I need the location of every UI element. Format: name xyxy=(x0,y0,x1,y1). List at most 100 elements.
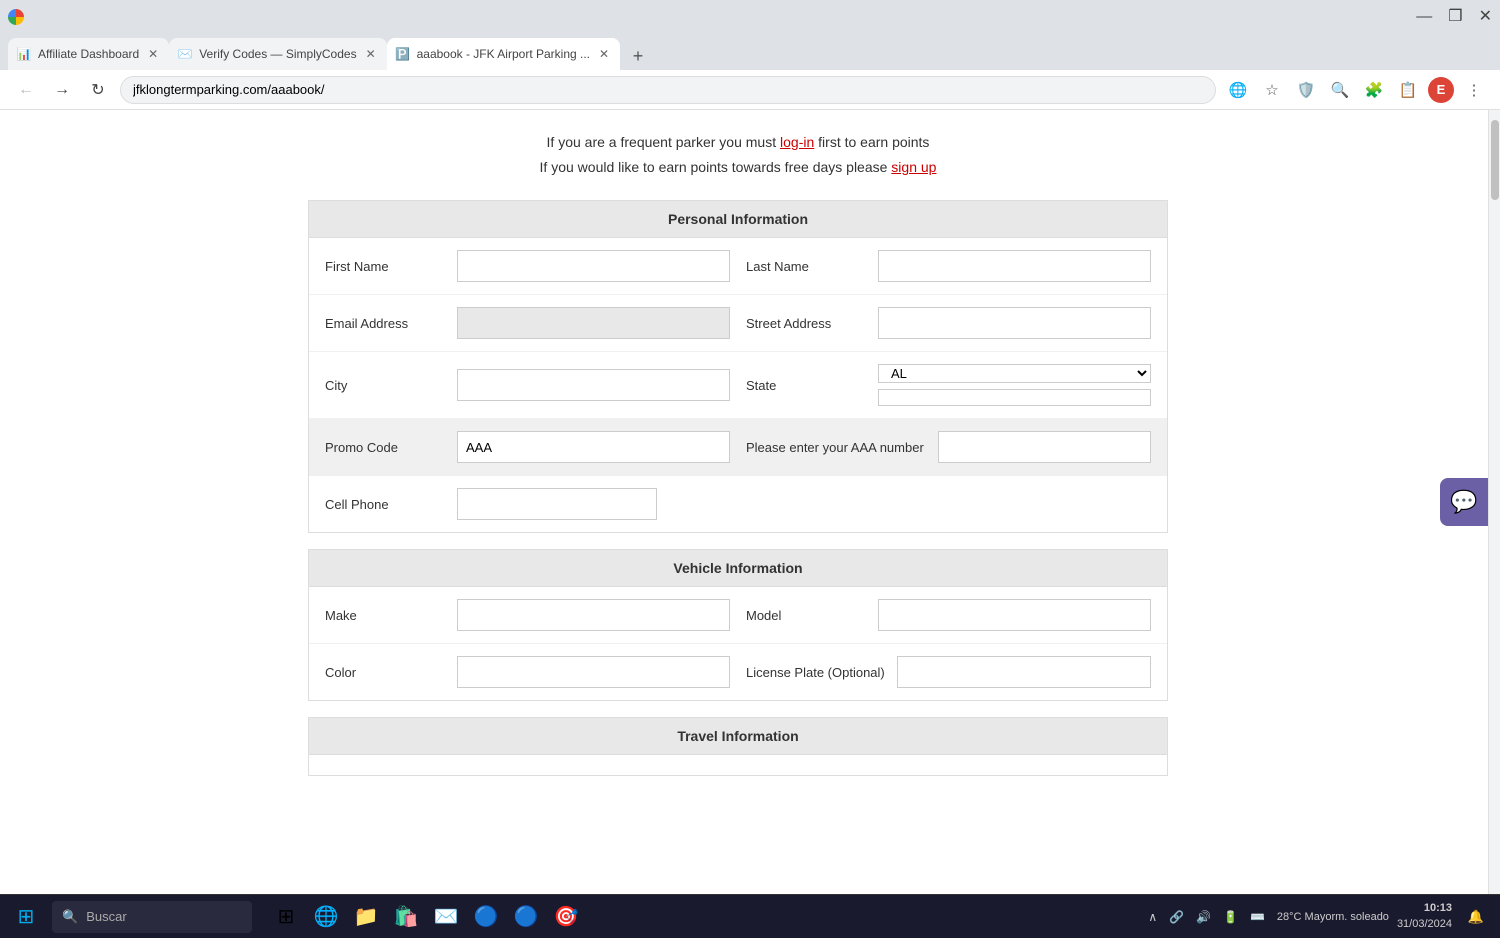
first-name-group: First Name xyxy=(325,250,730,282)
email-street-row: Email Address Street Address xyxy=(309,295,1167,352)
make-model-row: Make Model xyxy=(309,587,1167,644)
explorer-icon: 📁 xyxy=(354,904,379,929)
promo-row: Promo Code Please enter your AAA number xyxy=(309,419,1167,476)
close-button[interactable]: ✕ xyxy=(1479,9,1492,25)
start-button[interactable]: ⊞ xyxy=(8,899,44,935)
bookmark-button[interactable]: ☆ xyxy=(1258,76,1286,104)
tab2-favicon: ✉️ xyxy=(177,46,193,62)
zip-input[interactable] xyxy=(878,389,1151,406)
back-button[interactable]: ← xyxy=(12,76,40,104)
city-input[interactable] xyxy=(457,369,730,401)
edge-button[interactable]: 🌐 xyxy=(308,899,344,935)
vehicle-info-section: Vehicle Information Make Model xyxy=(308,549,1168,701)
chrome-icon: 🔵 xyxy=(474,904,499,929)
forward-button[interactable]: → xyxy=(48,76,76,104)
scrollbar-thumb[interactable] xyxy=(1491,120,1499,200)
personal-info-header: Personal Information xyxy=(309,201,1167,238)
minimize-button[interactable]: — xyxy=(1416,9,1432,25)
battery-icon: 🔋 xyxy=(1223,910,1238,924)
mail-button[interactable]: ✉️ xyxy=(428,899,464,935)
model-input[interactable] xyxy=(878,599,1151,631)
notification-button[interactable]: 🔔 xyxy=(1460,901,1492,933)
chat-button[interactable]: 💬 xyxy=(1440,478,1488,526)
tab-bar: 📊 Affiliate Dashboard ✕ ✉️ Verify Codes … xyxy=(0,34,1500,70)
plate-label: License Plate (Optional) xyxy=(746,665,885,680)
chrome-button[interactable]: 🔵 xyxy=(468,899,504,935)
taskbar: ⊞ 🔍 Buscar ⊞ 🌐 📁 🛍️ ✉️ 🔵 🔵 🎯 ∧ 🔗 🔊 🔋 ⌨️ … xyxy=(0,894,1500,938)
menu-button[interactable]: ⋮ xyxy=(1460,76,1488,104)
color-label: Color xyxy=(325,665,445,680)
task-view-button[interactable]: ⊞ xyxy=(268,899,304,935)
reload-button[interactable]: ↻ xyxy=(84,76,112,104)
first-name-label: First Name xyxy=(325,259,445,274)
color-input[interactable] xyxy=(457,656,730,688)
name-row: First Name Last Name xyxy=(309,238,1167,295)
city-group: City xyxy=(325,369,730,401)
taskbar-pinned-apps: ⊞ 🌐 📁 🛍️ ✉️ 🔵 🔵 🎯 xyxy=(268,899,584,935)
app-button[interactable]: 🎯 xyxy=(548,899,584,935)
email-input[interactable] xyxy=(457,307,730,339)
last-name-input[interactable] xyxy=(878,250,1151,282)
chrome2-button[interactable]: 🔵 xyxy=(508,899,544,935)
tab2-close-button[interactable]: ✕ xyxy=(363,46,379,62)
store-button[interactable]: 🛍️ xyxy=(388,899,424,935)
new-tab-button[interactable]: + xyxy=(624,42,652,70)
mail-icon: ✉️ xyxy=(434,904,459,929)
address-bar[interactable] xyxy=(120,76,1216,104)
vehicle-info-header: Vehicle Information xyxy=(309,550,1167,587)
extension2-button[interactable]: 🔍 xyxy=(1326,76,1354,104)
street-input[interactable] xyxy=(878,307,1151,339)
volume-icon[interactable]: 🔊 xyxy=(1196,910,1211,924)
street-label: Street Address xyxy=(746,316,866,331)
color-group: Color xyxy=(325,656,730,688)
taskbar-datetime[interactable]: 10:13 31/03/2024 xyxy=(1397,901,1452,932)
explorer-button[interactable]: 📁 xyxy=(348,899,384,935)
tab-aaabook[interactable]: 🅿️ aaabook - JFK Airport Parking ... ✕ xyxy=(387,38,620,70)
intro-line2: If you would like to earn points towards… xyxy=(540,155,937,180)
personal-info-section: Personal Information First Name Last Nam… xyxy=(308,200,1168,533)
model-label: Model xyxy=(746,608,866,623)
tab1-close-button[interactable]: ✕ xyxy=(145,46,161,62)
edge-icon: 🌐 xyxy=(314,904,339,929)
state-group: State AL AK AZ AR CA CO xyxy=(746,364,1151,406)
page-scroll-area[interactable]: If you are a frequent parker you must lo… xyxy=(0,110,1488,894)
plate-input[interactable] xyxy=(897,656,1151,688)
chevron-up-icon[interactable]: ∧ xyxy=(1148,910,1157,924)
scrollbar[interactable] xyxy=(1488,110,1500,894)
network-icon: 🔗 xyxy=(1169,910,1184,924)
taskbar-search-icon: 🔍 xyxy=(62,909,78,925)
toolbar-right: 🌐 ☆ 🛡️ 🔍 🧩 📋 E ⋮ xyxy=(1224,76,1488,104)
window-controls: — ❒ ✕ xyxy=(1416,9,1492,25)
windows-logo-icon: ⊞ xyxy=(18,904,35,929)
make-group: Make xyxy=(325,599,730,631)
promo-input[interactable] xyxy=(457,431,730,463)
translate-button[interactable]: 🌐 xyxy=(1224,76,1252,104)
tab1-label: Affiliate Dashboard xyxy=(38,47,139,61)
tab-verify-codes[interactable]: ✉️ Verify Codes — SimplyCodes ✕ xyxy=(169,38,386,70)
extension3-button[interactable]: 🧩 xyxy=(1360,76,1388,104)
model-group: Model xyxy=(746,599,1151,631)
color-plate-row: Color License Plate (Optional) xyxy=(309,644,1167,700)
make-input[interactable] xyxy=(457,599,730,631)
city-label: City xyxy=(325,378,445,393)
first-name-input[interactable] xyxy=(457,250,730,282)
extension4-button[interactable]: 📋 xyxy=(1394,76,1422,104)
weather-text: 28°C Mayorm. soleado xyxy=(1277,911,1389,923)
app-icon: 🎯 xyxy=(554,904,579,929)
extension1-button[interactable]: 🛡️ xyxy=(1292,76,1320,104)
state-select[interactable]: AL AK AZ AR CA CO NY TX FL xyxy=(878,364,1151,383)
signup-link[interactable]: sign up xyxy=(891,159,936,175)
task-view-icon: ⊞ xyxy=(278,904,295,929)
cell-input[interactable] xyxy=(457,488,657,520)
store-icon: 🛍️ xyxy=(394,904,419,929)
toolbar: ← → ↻ 🌐 ☆ 🛡️ 🔍 🧩 📋 E ⋮ xyxy=(0,70,1500,110)
maximize-button[interactable]: ❒ xyxy=(1448,9,1462,25)
taskbar-search-box[interactable]: 🔍 Buscar xyxy=(52,901,252,933)
profile-button[interactable]: E xyxy=(1428,77,1454,103)
form-container: Personal Information First Name Last Nam… xyxy=(308,200,1168,792)
login-link[interactable]: log-in xyxy=(780,134,814,150)
aaa-number-input[interactable] xyxy=(938,431,1151,463)
tab-affiliate-dashboard[interactable]: 📊 Affiliate Dashboard ✕ xyxy=(8,38,169,70)
tab3-close-button[interactable]: ✕ xyxy=(596,46,612,62)
tab2-label: Verify Codes — SimplyCodes xyxy=(199,47,356,61)
